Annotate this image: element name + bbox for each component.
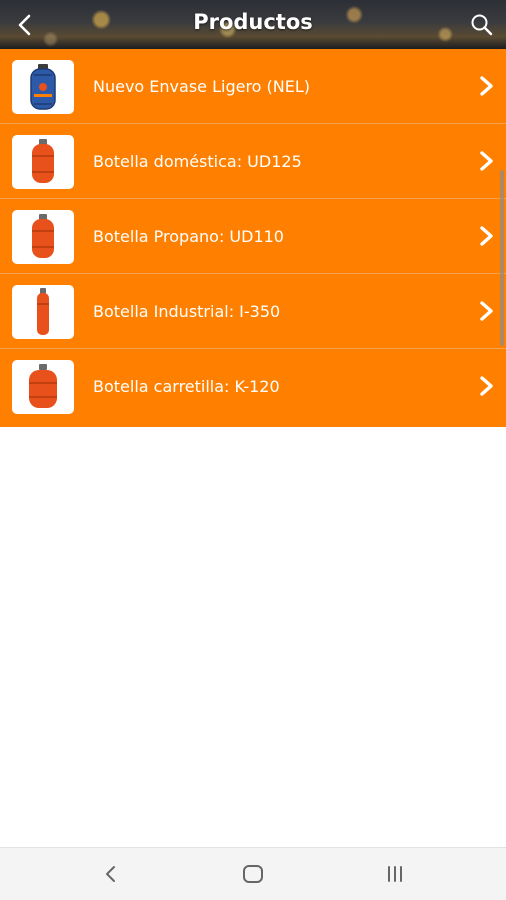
page-title: Productos [193, 10, 313, 34]
chevron-right-icon [480, 226, 493, 246]
product-thumbnail [12, 210, 74, 264]
nav-home-icon[interactable] [240, 862, 266, 886]
product-thumbnail [12, 360, 74, 414]
nav-recents-icon[interactable] [382, 862, 408, 886]
chevron-right-icon [480, 76, 493, 96]
chevron-right-icon [480, 301, 493, 321]
product-name: Botella doméstica: UD125 [93, 152, 302, 171]
chevron-right-icon [480, 376, 493, 396]
gas-cylinder-icon [37, 288, 49, 335]
nav-back-icon[interactable] [100, 862, 122, 886]
list-item[interactable]: Botella Propano: UD110 [0, 199, 506, 274]
product-thumbnail [12, 285, 74, 339]
product-thumbnail [12, 60, 74, 114]
search-icon [471, 14, 493, 36]
scrollbar[interactable] [500, 170, 504, 346]
product-name: Botella Propano: UD110 [93, 227, 284, 246]
product-list: Nuevo Envase Ligero (NEL) Botella domést… [0, 49, 506, 427]
product-name: Nuevo Envase Ligero (NEL) [93, 77, 311, 96]
chevron-right-icon [480, 151, 493, 171]
list-item[interactable]: Botella Industrial: I-350 [0, 274, 506, 349]
system-nav-bar [0, 847, 506, 900]
product-thumbnail [12, 135, 74, 189]
product-name: Botella Industrial: I-350 [93, 302, 281, 321]
list-item[interactable]: Botella carretilla: K-120 [0, 349, 506, 427]
gas-cylinder-icon [32, 139, 54, 183]
list-item[interactable]: Botella doméstica: UD125 [0, 124, 506, 199]
gas-cylinder-icon [29, 364, 57, 408]
product-name: Botella carretilla: K-120 [93, 377, 280, 396]
search-button[interactable] [468, 11, 496, 39]
gas-cylinder-icon [30, 64, 56, 110]
gas-cylinder-icon [32, 214, 54, 258]
list-item[interactable]: Nuevo Envase Ligero (NEL) [0, 49, 506, 124]
app-header: Productos [0, 0, 506, 49]
